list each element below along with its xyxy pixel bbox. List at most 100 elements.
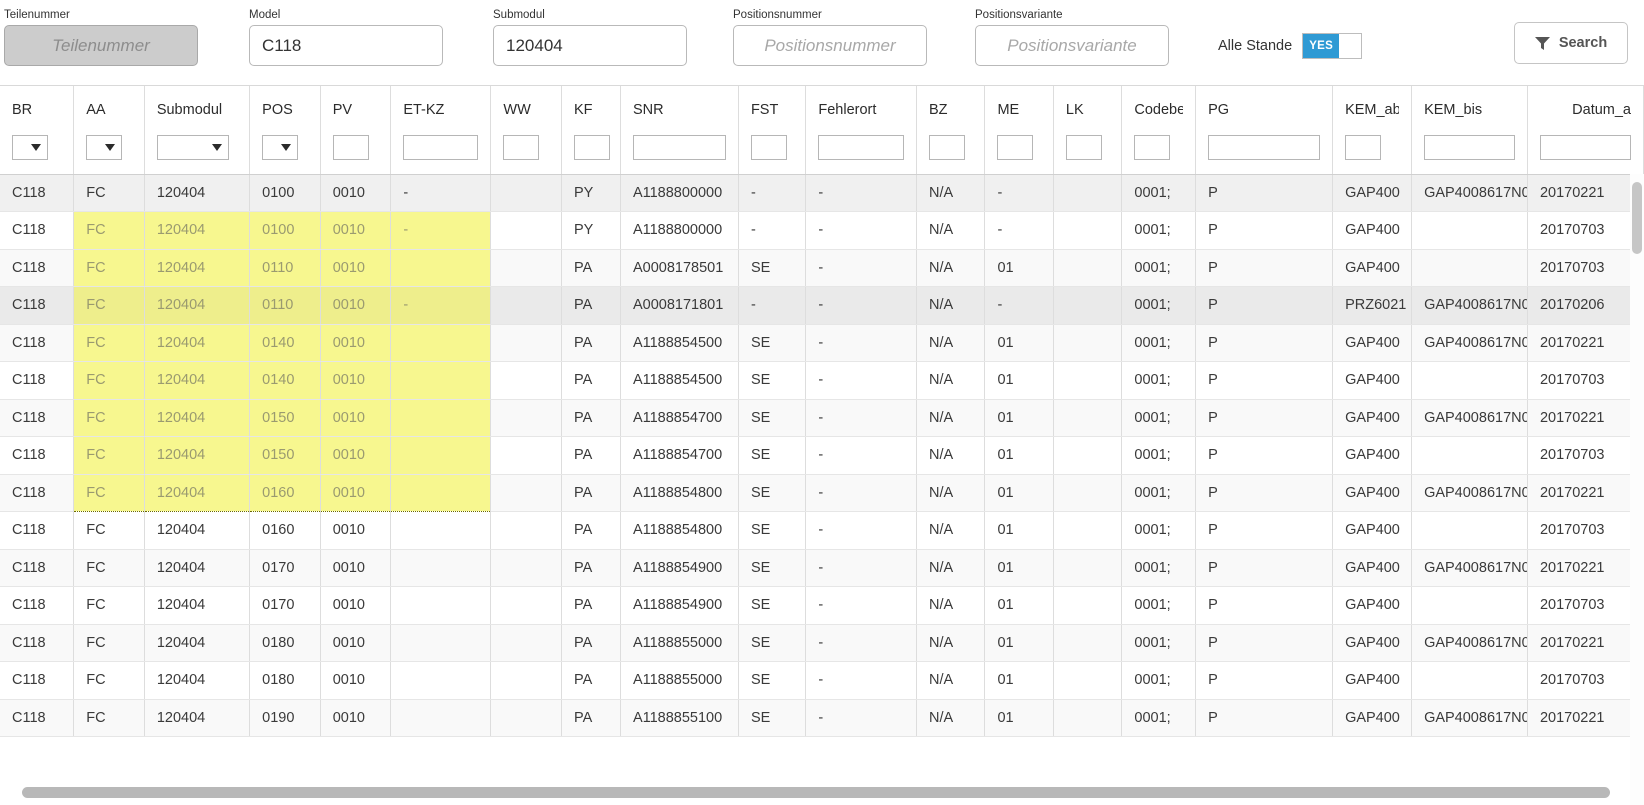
cell-pos[interactable]: 0100 [249, 211, 321, 250]
cell-kem_bis[interactable]: GAP4008617N0 [1411, 399, 1528, 437]
cell-etkz[interactable] [390, 624, 492, 662]
cell-kem_bis[interactable]: GAP4008617N0 [1411, 624, 1528, 662]
horizontal-scrollbar-thumb[interactable] [22, 787, 1610, 798]
cell-ww[interactable] [490, 474, 562, 512]
cell-kf[interactable]: PA [561, 699, 621, 737]
cell-bz[interactable]: N/A [916, 361, 986, 400]
cell-fst[interactable]: - [738, 211, 807, 250]
cell-submodul[interactable]: 120404 [144, 624, 251, 662]
cell-pv[interactable]: 0010 [320, 399, 392, 437]
cell-lk[interactable] [1053, 624, 1123, 662]
cell-pg[interactable]: P [1195, 436, 1334, 475]
cell-snr[interactable]: A1188854800 [620, 511, 739, 550]
cell-bz[interactable]: N/A [916, 211, 986, 250]
positionsvariante-input[interactable] [975, 25, 1169, 66]
cell-me[interactable]: 01 [984, 661, 1054, 700]
cell-fehlerort[interactable]: - [805, 324, 917, 362]
cell-pv[interactable]: 0010 [320, 174, 392, 212]
cell-fst[interactable]: SE [738, 624, 807, 662]
cell-pos[interactable]: 0150 [249, 436, 321, 475]
cell-pv[interactable]: 0010 [320, 511, 392, 550]
cell-br[interactable]: C118 [0, 324, 75, 362]
cell-fst[interactable]: - [738, 286, 807, 325]
cell-datum_a[interactable]: 20170221 [1527, 549, 1644, 587]
cell-pg[interactable]: P [1195, 511, 1334, 550]
cell-kf[interactable]: PA [561, 249, 621, 287]
cell-aa[interactable]: FC [73, 399, 145, 437]
cell-kem_ab[interactable]: GAP400 [1332, 174, 1413, 212]
cell-me[interactable]: 01 [984, 249, 1054, 287]
cell-me[interactable]: 01 [984, 361, 1054, 400]
cell-snr[interactable]: A0008171801 [620, 286, 739, 325]
cell-kem_ab[interactable]: PRZ6021 [1332, 286, 1413, 325]
cell-pg[interactable]: P [1195, 586, 1334, 625]
cell-br[interactable]: C118 [0, 549, 75, 587]
cell-etkz[interactable] [390, 586, 492, 625]
cell-me[interactable]: 01 [984, 324, 1054, 362]
cell-submodul[interactable]: 120404 [144, 436, 251, 475]
cell-pos[interactable]: 0160 [249, 474, 321, 512]
cell-snr[interactable]: A1188854900 [620, 549, 739, 587]
cell-pg[interactable]: P [1195, 211, 1334, 250]
cell-datum_a[interactable]: 20170221 [1527, 174, 1644, 212]
cell-ww[interactable] [490, 174, 562, 212]
column-header-br[interactable]: BR [0, 86, 75, 175]
cell-bz[interactable]: N/A [916, 399, 986, 437]
cell-aa[interactable]: FC [73, 699, 145, 737]
column-filter-kf[interactable] [573, 135, 610, 160]
cell-pv[interactable]: 0010 [320, 661, 392, 700]
cell-kem_bis[interactable] [1411, 249, 1528, 287]
cell-fst[interactable]: SE [738, 361, 807, 400]
cell-datum_a[interactable]: 20170703 [1527, 661, 1644, 700]
column-header-pos[interactable]: POS [249, 86, 321, 175]
cell-fehlerort[interactable]: - [805, 211, 917, 250]
cell-snr[interactable]: A0008178501 [620, 249, 739, 287]
table-row[interactable]: C118 FC 120404 0180 0010 PA A1188855000 SE - N/A 0… [0, 661, 1644, 700]
cell-etkz[interactable]: - [390, 174, 492, 212]
cell-me[interactable]: 01 [984, 511, 1054, 550]
cell-codebed[interactable]: 0001; [1121, 511, 1197, 550]
cell-me[interactable]: 01 [984, 549, 1054, 587]
cell-bz[interactable]: N/A [916, 661, 986, 700]
cell-pg[interactable]: P [1195, 361, 1334, 400]
cell-kem_ab[interactable]: GAP400 [1332, 474, 1413, 512]
cell-fst[interactable]: SE [738, 249, 807, 287]
cell-fehlerort[interactable]: - [805, 174, 917, 212]
cell-submodul[interactable]: 120404 [144, 399, 251, 437]
cell-ww[interactable] [490, 211, 562, 250]
cell-br[interactable]: C118 [0, 661, 75, 700]
cell-pg[interactable]: P [1195, 286, 1334, 325]
cell-submodul[interactable]: 120404 [144, 324, 251, 362]
cell-kem_ab[interactable]: GAP400 [1332, 586, 1413, 625]
cell-bz[interactable]: N/A [916, 474, 986, 512]
cell-submodul[interactable]: 120404 [144, 549, 251, 587]
cell-fehlerort[interactable]: - [805, 474, 917, 512]
cell-lk[interactable] [1053, 474, 1123, 512]
column-filter-submodul[interactable] [156, 135, 229, 160]
column-header-pg[interactable]: PG [1195, 86, 1334, 175]
cell-codebed[interactable]: 0001; [1121, 249, 1197, 287]
cell-br[interactable]: C118 [0, 361, 75, 400]
cell-aa[interactable]: FC [73, 324, 145, 362]
column-filter-datum_a[interactable] [1539, 135, 1631, 160]
cell-aa[interactable]: FC [73, 286, 145, 325]
column-header-lk[interactable]: LK [1053, 86, 1123, 175]
cell-snr[interactable]: A1188800000 [620, 211, 739, 250]
cell-aa[interactable]: FC [73, 474, 145, 512]
column-header-kf[interactable]: KF [561, 86, 621, 175]
cell-submodul[interactable]: 120404 [144, 661, 251, 700]
table-row[interactable]: C118 FC 120404 0100 0010- PY A1188800000- - N/A -… [0, 174, 1644, 212]
column-filter-pv[interactable] [332, 135, 369, 160]
cell-pos[interactable]: 0140 [249, 361, 321, 400]
table-row[interactable]: C118 FC 120404 0150 0010 PA A1188854700 SE - N/A 0… [0, 399, 1644, 437]
cell-fehlerort[interactable]: - [805, 286, 917, 325]
cell-submodul[interactable]: 120404 [144, 474, 251, 512]
cell-bz[interactable]: N/A [916, 324, 986, 362]
cell-kf[interactable]: PA [561, 286, 621, 325]
cell-aa[interactable]: FC [73, 511, 145, 550]
cell-datum_a[interactable]: 20170221 [1527, 699, 1644, 737]
cell-submodul[interactable]: 120404 [144, 211, 251, 250]
cell-aa[interactable]: FC [73, 211, 145, 250]
cell-fst[interactable]: SE [738, 324, 807, 362]
teilenummer-input[interactable] [4, 25, 198, 66]
